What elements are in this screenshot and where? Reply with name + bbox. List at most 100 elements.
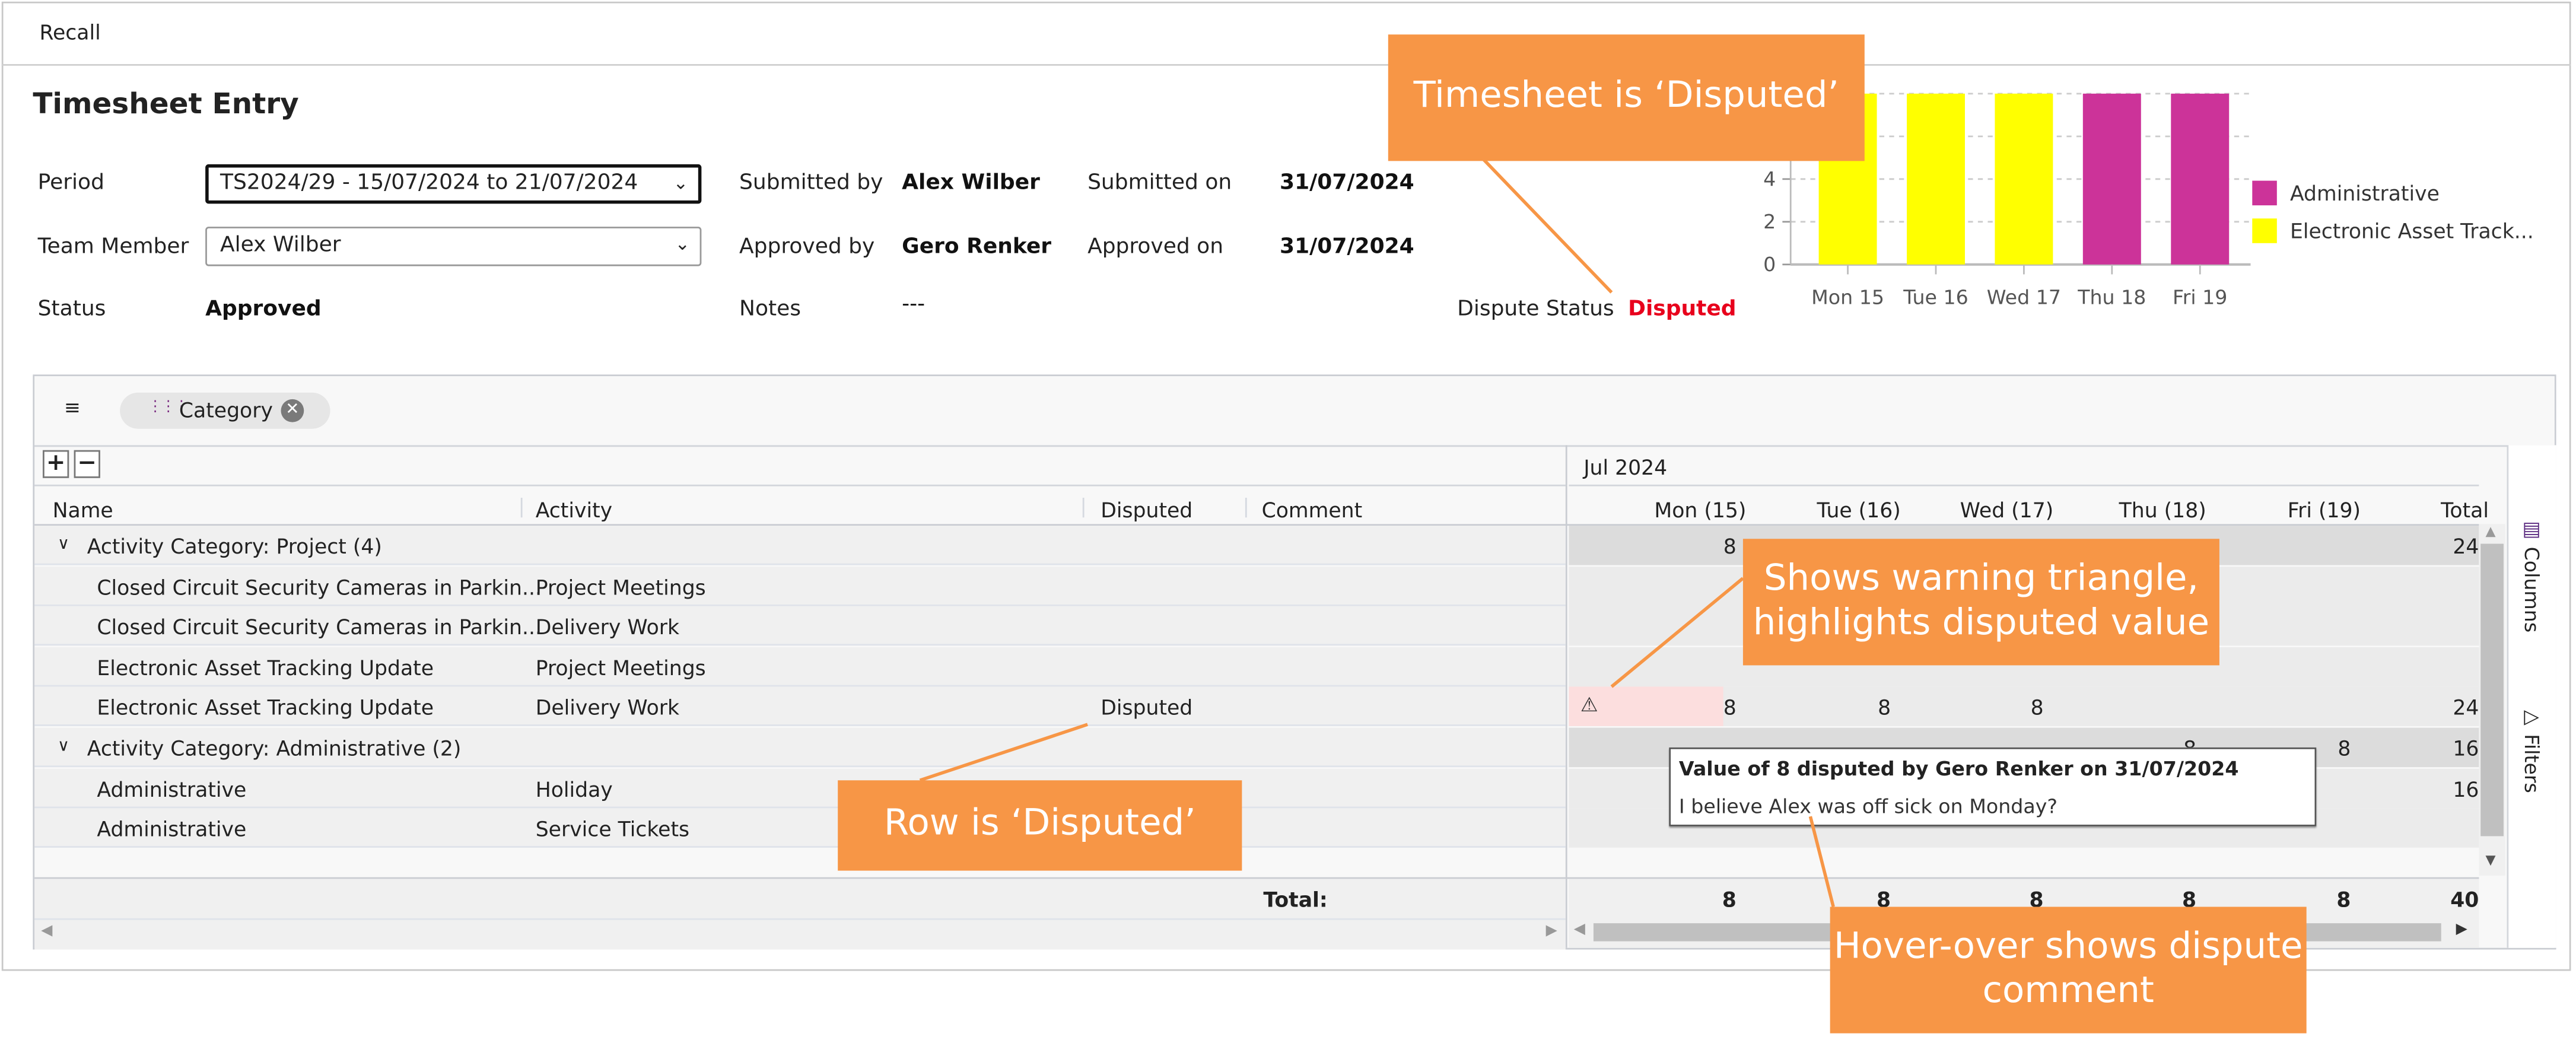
cell-value[interactable]: 8	[1671, 695, 1737, 720]
submitted-on-value: 31/07/2024	[1280, 170, 1414, 196]
table-row[interactable]: Closed Circuit Security Cameras in Parki…	[34, 566, 1566, 606]
table-row[interactable]: Closed Circuit Security Cameras in Parki…	[34, 606, 1566, 646]
scroll-up-icon[interactable]: ▲	[2485, 524, 2495, 539]
total-value: 40	[2450, 887, 2479, 912]
cell-value[interactable]: 16	[2413, 736, 2479, 761]
column-header-activity[interactable]: Activity	[536, 498, 612, 523]
total-label: Total:	[1263, 887, 1328, 912]
group-row[interactable]: ∨ Activity Category: Administrative (2)	[34, 727, 1566, 768]
scroll-right-icon[interactable]: ▶	[1546, 923, 1557, 940]
bar-electronic-asset-track-	[1907, 93, 1965, 265]
legend-label: Electronic Asset Track...	[2290, 220, 2534, 244]
group-chip-category[interactable]: ⋮⋮⋮ Category ✕	[120, 392, 330, 429]
cell-activity: Delivery Work	[535, 695, 680, 720]
columns-tab[interactable]: ▤ Columns	[2520, 517, 2543, 632]
cell-value[interactable]: 8	[1671, 534, 1737, 559]
cell-activity: Delivery Work	[535, 615, 680, 640]
side-panel: ▤ Columns ▷ Filters	[2507, 445, 2556, 948]
period-select[interactable]: TS2024/29 - 15/07/2024 to 21/07/2024 ⌄	[205, 164, 702, 204]
tooltip-title: Value of 8 disputed by Gero Renker on 31…	[1678, 757, 2239, 781]
filter-icon: ▷	[2520, 704, 2543, 728]
cell-activity: Project Meetings	[535, 574, 706, 599]
notes-label: Notes	[739, 297, 802, 322]
page-title: Timesheet Entry	[33, 88, 299, 122]
scroll-left-icon[interactable]: ◀	[1574, 921, 1585, 938]
approved-by-value: Gero Renker	[902, 234, 1052, 260]
totals-row-left: Total:	[34, 879, 1566, 918]
y-tick-label: 0	[1763, 253, 1776, 276]
table-row[interactable]: Electronic Asset Tracking Update Delivery…	[34, 687, 1566, 727]
x-tick-label: Mon 15	[1811, 285, 1884, 308]
columns-icon: ▤	[2520, 517, 2543, 541]
notes-value: ---	[902, 292, 926, 317]
cell-value[interactable]: 8	[1978, 695, 2044, 720]
month-header: Jul 2024	[1583, 455, 1668, 480]
chevron-down-icon: ⌄	[673, 172, 689, 194]
group-panel-icon: ≡	[63, 396, 81, 419]
cell-name: Electronic Asset Tracking Update	[97, 695, 434, 720]
team-member-value: Alex Wilber	[220, 233, 341, 258]
column-header-disputed[interactable]: Disputed	[1101, 498, 1192, 523]
team-member-label: Team Member	[37, 234, 189, 260]
x-tick-label: Fri 19	[2173, 285, 2227, 308]
submitted-on-label: Submitted on	[1087, 170, 1232, 196]
filters-tab[interactable]: ▷ Filters	[2520, 705, 2543, 793]
cell-value[interactable]: 16	[2413, 777, 2479, 802]
group-chip-label: Category	[179, 397, 273, 422]
column-header-day[interactable]: Fri (19)	[2230, 498, 2361, 523]
scroll-right-icon[interactable]: ▶	[2456, 921, 2467, 938]
table-row[interactable]: Administrative Service Tickets	[34, 808, 1566, 848]
command-bar: Recall	[1, 2, 2571, 66]
column-header-comment[interactable]: Comment	[1262, 498, 1363, 523]
cell-value[interactable]: 8	[1825, 695, 1891, 720]
cell-name: Administrative	[97, 816, 247, 842]
cell-name: Closed Circuit Security Cameras in Parki…	[97, 615, 542, 640]
legend-swatch	[2252, 180, 2277, 206]
horizontal-scrollbar-left[interactable]: ◀ ▶	[34, 918, 1566, 950]
submitted-by-label: Submitted by	[739, 170, 883, 196]
team-member-select[interactable]: Alex Wilber ⌄	[205, 227, 702, 266]
collapse-all-button[interactable]: −	[74, 450, 100, 478]
x-tick-label: Wed 17	[1987, 285, 2061, 308]
group-panel: ≡ ⋮⋮⋮ Category ✕	[34, 376, 2555, 447]
y-tick-label: 2	[1763, 210, 1776, 233]
status-value: Approved	[205, 297, 322, 322]
approved-on-value: 31/07/2024	[1280, 234, 1414, 260]
callout-row-disputed: Row is ‘Disputed’	[838, 780, 1242, 871]
column-header-day[interactable]: Wed (17)	[1922, 498, 2054, 523]
scrollbar-thumb[interactable]	[2480, 543, 2504, 837]
cell-name: Electronic Asset Tracking Update	[97, 655, 434, 680]
group-label: Activity Category: Administrative (2)	[87, 736, 462, 761]
recall-button[interactable]: Recall	[39, 20, 100, 44]
table-row[interactable]: Electronic Asset Tracking Update Project …	[34, 647, 1566, 686]
bar-administrative	[2082, 93, 2141, 265]
cell-disputed: Disputed	[1101, 695, 1193, 720]
column-header-day[interactable]: Mon (15)	[1615, 498, 1746, 523]
column-header-day[interactable]: Tue (16)	[1769, 498, 1901, 523]
dispute-tooltip: Value of 8 disputed by Gero Renker on 31…	[1669, 747, 2317, 826]
column-header-day[interactable]: Thu (18)	[2075, 498, 2206, 523]
cell-activity: Holiday	[535, 776, 613, 802]
tooltip-body: I believe Alex was off sick on Monday?	[1678, 795, 2058, 818]
chevron-down-icon[interactable]: ∨	[58, 536, 69, 554]
legend-swatch	[2252, 218, 2277, 243]
column-header-name[interactable]: Name	[53, 498, 113, 523]
group-row[interactable]: ∨ Activity Category: Project (4)	[34, 526, 1566, 565]
y-tick-label: 4	[1763, 167, 1776, 190]
cell-name: Closed Circuit Security Cameras in Parki…	[97, 574, 542, 599]
dispute-status-label: Dispute Status	[1457, 297, 1614, 322]
cell-value[interactable]: 24	[2413, 534, 2479, 559]
chevron-down-icon[interactable]: ∨	[58, 737, 69, 755]
status-label: Status	[37, 297, 106, 322]
vertical-scrollbar[interactable]: ▲ ▼	[2479, 524, 2505, 876]
table-row[interactable]: Administrative Holiday	[34, 768, 1566, 808]
expand-all-button[interactable]: +	[42, 450, 69, 478]
cell-value[interactable]: 24	[2413, 695, 2479, 720]
legend-label: Administrative	[2290, 182, 2440, 206]
scroll-left-icon[interactable]: ◀	[41, 923, 52, 940]
warning-triangle-icon[interactable]: ⚠	[1580, 694, 1598, 717]
callout-warning-triangle: Shows warning triangle, highlights dispu…	[1742, 539, 2219, 666]
scroll-down-icon[interactable]: ▼	[2485, 853, 2495, 867]
remove-group-icon[interactable]: ✕	[281, 399, 304, 422]
column-header-day[interactable]: Total	[2358, 498, 2489, 523]
